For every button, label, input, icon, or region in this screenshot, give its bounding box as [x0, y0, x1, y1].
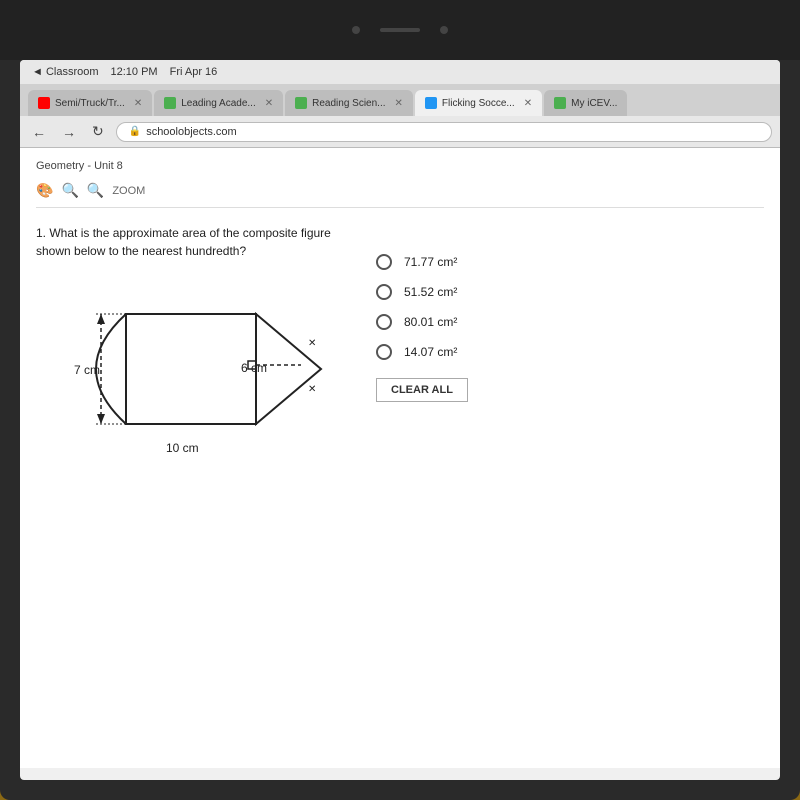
answer-option-d[interactable]: 14.07 cm² — [376, 344, 764, 360]
screen: ◄ Classroom 12:10 PM Fri Apr 16 Semi/Tru… — [20, 60, 780, 780]
question-left: 1. What is the approximate area of the c… — [36, 224, 356, 474]
radio-a[interactable] — [376, 254, 392, 270]
tab-favicon-5 — [554, 97, 566, 109]
tab-label-3: Reading Scien... — [312, 98, 385, 109]
answer-option-b[interactable]: 51.52 cm² — [376, 284, 764, 300]
question-text: 1. What is the approximate area of the c… — [36, 224, 356, 260]
browser-chrome: Semi/Truck/Tr... ✕ Leading Acade... ✕ Re… — [20, 84, 780, 148]
radio-d[interactable] — [376, 344, 392, 360]
tab-favicon-3 — [295, 97, 307, 109]
status-bar: ◄ Classroom 12:10 PM Fri Apr 16 — [20, 60, 780, 84]
radio-b[interactable] — [376, 284, 392, 300]
tab-label-1: Semi/Truck/Tr... — [55, 98, 125, 109]
address-bar[interactable]: 🔒 schoolobjects.com — [116, 122, 772, 142]
svg-text:✕: ✕ — [308, 384, 316, 395]
reload-button[interactable]: ↻ — [88, 121, 108, 142]
tab-label-5: My iCEV... — [571, 98, 617, 109]
tab-close-3[interactable]: ✕ — [395, 98, 403, 109]
answer-text-c: 80.01 cm² — [404, 315, 457, 329]
svg-text:✕: ✕ — [308, 338, 316, 349]
toolbar: 🎨 🔍 🔍 ZOOM — [36, 182, 764, 208]
page-content: Geometry - Unit 8 🎨 🔍 🔍 ZOOM 1. What is … — [20, 148, 780, 768]
camera — [352, 26, 360, 34]
tab-label-2: Leading Acade... — [181, 98, 256, 109]
svg-text:6 cm: 6 cm — [241, 361, 267, 375]
tab-semitruck[interactable]: Semi/Truck/Tr... ✕ — [28, 90, 152, 116]
speaker — [380, 28, 420, 32]
answer-text-d: 14.07 cm² — [404, 345, 457, 359]
back-classroom[interactable]: ◄ Classroom — [32, 66, 99, 78]
svg-text:10 cm: 10 cm — [166, 441, 199, 455]
question-right: 71.77 cm² 51.52 cm² 80.01 cm² 14.07 cm² — [376, 224, 764, 474]
time: 12:10 PM — [111, 66, 158, 78]
tab-favicon-4 — [425, 97, 437, 109]
composite-figure-svg: 7 cm 10 cm 6 cm ✕ ✕ — [46, 274, 346, 464]
tab-icev[interactable]: My iCEV... — [544, 90, 627, 116]
tab-reading[interactable]: Reading Scien... ✕ — [285, 90, 413, 116]
palette-icon[interactable]: 🎨 — [36, 182, 53, 199]
breadcrumb: Geometry - Unit 8 — [36, 160, 764, 172]
zoom-label: ZOOM — [112, 185, 145, 197]
tab-bar: Semi/Truck/Tr... ✕ Leading Acade... ✕ Re… — [20, 84, 780, 116]
tab-favicon-2 — [164, 97, 176, 109]
back-button[interactable]: ← — [28, 122, 50, 142]
nav-bar: ← → ↻ 🔒 schoolobjects.com — [20, 116, 780, 147]
date: Fri Apr 16 — [170, 66, 218, 78]
clear-all-button[interactable]: CLEAR ALL — [376, 378, 468, 402]
hardware-top — [0, 0, 800, 60]
tab-leading[interactable]: Leading Acade... ✕ — [154, 90, 283, 116]
tab-label-4: Flicking Socce... — [442, 98, 515, 109]
camera-2 — [440, 26, 448, 34]
zoom-minus-icon[interactable]: 🔍 — [61, 182, 78, 199]
device-frame: ◄ Classroom 12:10 PM Fri Apr 16 Semi/Tru… — [0, 0, 800, 800]
question-body: What is the approximate area of the comp… — [36, 226, 331, 258]
question-section: 1. What is the approximate area of the c… — [36, 224, 764, 474]
zoom-plus-icon[interactable]: 🔍 — [87, 182, 104, 199]
tab-flicking[interactable]: Flicking Socce... ✕ — [415, 90, 542, 116]
address-text: schoolobjects.com — [146, 126, 237, 138]
tab-close-4[interactable]: ✕ — [524, 98, 532, 109]
forward-button[interactable]: → — [58, 122, 80, 142]
lock-icon: 🔒 — [129, 126, 141, 137]
svg-text:7 cm: 7 cm — [74, 363, 100, 377]
question-number: 1. — [36, 226, 46, 240]
answer-text-b: 51.52 cm² — [404, 285, 457, 299]
answer-text-a: 71.77 cm² — [404, 255, 457, 269]
answer-option-a[interactable]: 71.77 cm² — [376, 254, 764, 270]
tab-close-1[interactable]: ✕ — [134, 98, 142, 109]
figure-container: 7 cm 10 cm 6 cm ✕ ✕ — [46, 274, 346, 474]
radio-c[interactable] — [376, 314, 392, 330]
tab-close-2[interactable]: ✕ — [265, 98, 273, 109]
answer-option-c[interactable]: 80.01 cm² — [376, 314, 764, 330]
tab-favicon-1 — [38, 97, 50, 109]
